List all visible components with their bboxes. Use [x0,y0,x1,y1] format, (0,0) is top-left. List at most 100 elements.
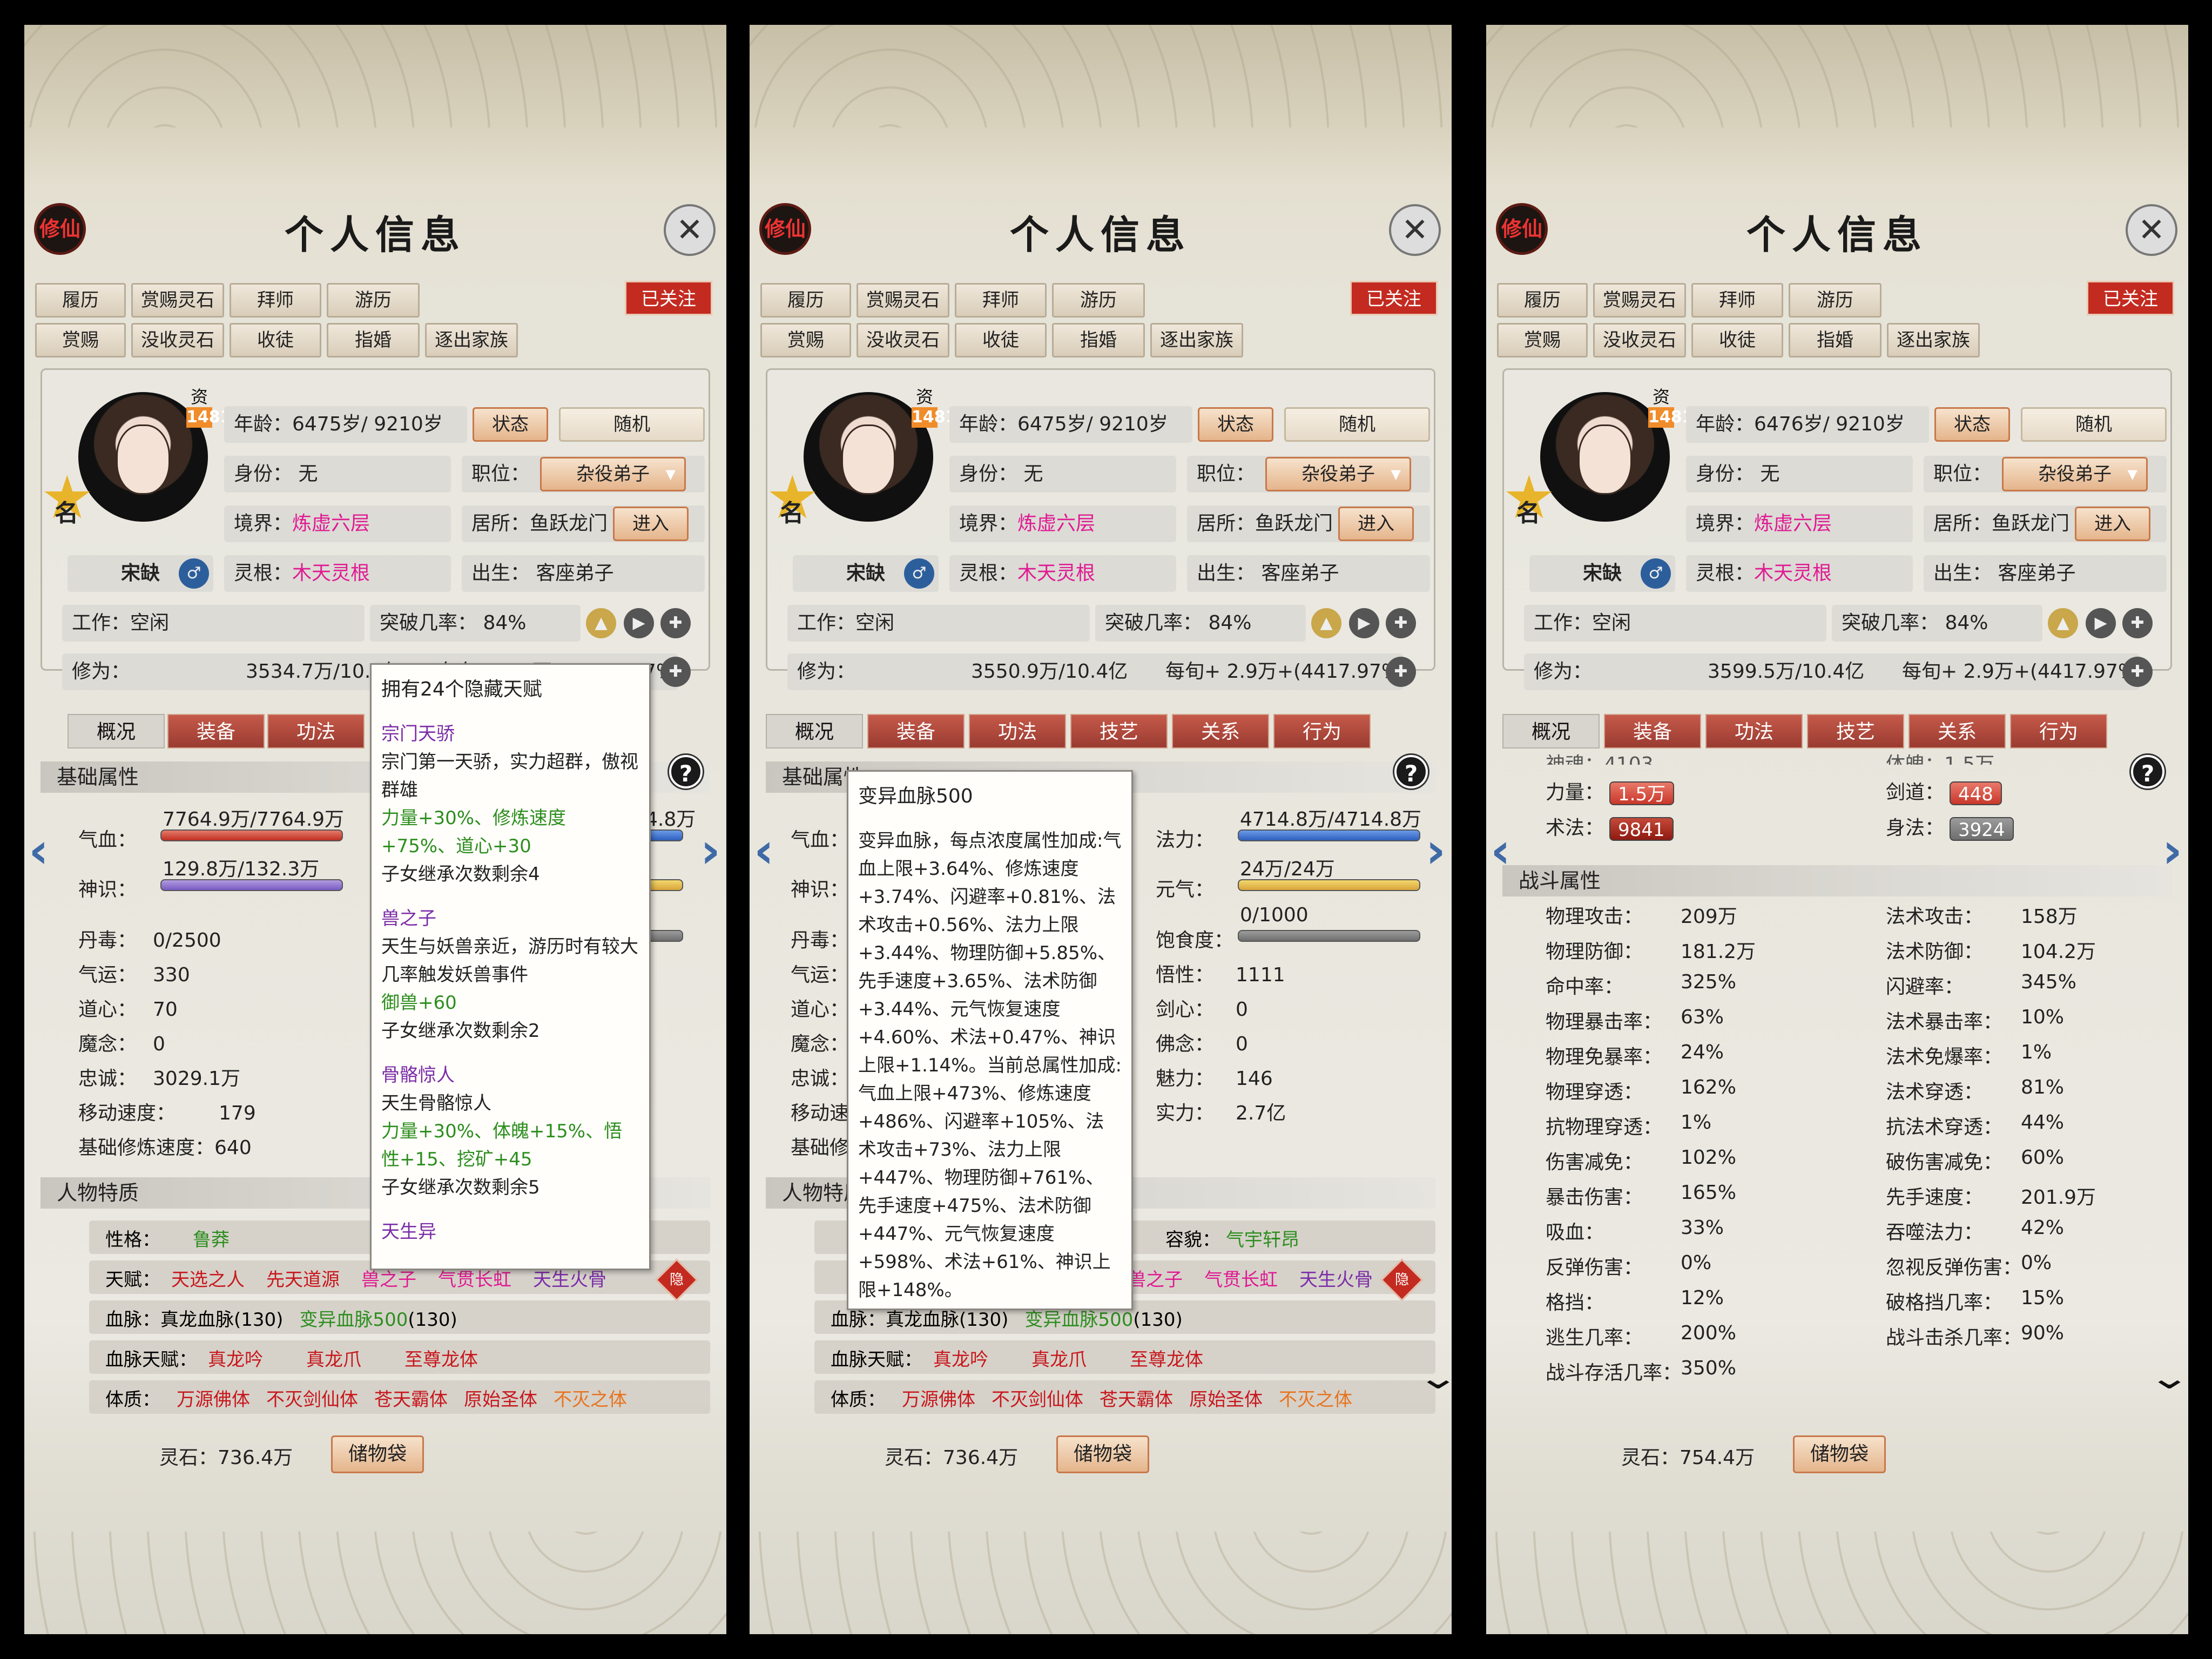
arrow-right-icon[interactable]: ▶ [1349,608,1379,638]
plus-icon[interactable]: ✚ [1386,657,1416,687]
battle-stat-value: 10% [2021,1006,2065,1028]
arrange-marriage-button[interactable]: 指婚 [1789,323,1881,358]
apprentice-button[interactable]: 拜师 [230,283,321,318]
loyal-label: 忠诚： 3029.1万 [78,1068,240,1090]
expel-button[interactable]: 逐出家族 [425,323,518,358]
tab-actions[interactable]: 行为 [2010,714,2107,748]
confiscate-stones-button[interactable]: 没收灵石 [857,323,949,358]
status-button[interactable]: 状态 [473,407,548,442]
enter-button[interactable]: 进入 [613,507,689,541]
header-decoration [24,25,726,127]
position-dropdown[interactable]: 杂役弟子 [540,457,686,491]
confiscate-stones-button[interactable]: 没收灵石 [1593,323,1686,358]
aptitude-badge: 资 1481 [1648,387,1694,428]
plus-icon[interactable]: ✚ [1386,608,1416,638]
tab-skills[interactable]: 技艺 [1070,714,1168,748]
followed-badge[interactable]: 已关注 [1350,281,1438,315]
plus-icon[interactable]: ✚ [660,657,691,687]
move-label: 移动速度： 179 [78,1102,256,1124]
random-button[interactable]: 随机 [559,407,705,442]
prev-arrow-icon[interactable]: ‹ [29,827,50,878]
plus-icon[interactable]: ✚ [2122,657,2153,687]
battle-stat-label: 物理免暴率： [1546,1046,1663,1068]
tab-techniques[interactable]: 功法 [1705,714,1803,748]
status-button[interactable]: 状态 [1198,407,1273,442]
history-button[interactable]: 履历 [1497,283,1588,318]
tab-techniques[interactable]: 功法 [969,714,1066,748]
tab-equipment[interactable]: 装备 [167,714,265,748]
apprentice-button[interactable]: 拜师 [955,283,1047,318]
status-button[interactable]: 状态 [1934,407,2010,442]
chevron-down-icon[interactable]: ⌄ [2148,1359,2188,1397]
reward-stones-button[interactable]: 赏赐灵石 [131,283,224,318]
position-dropdown[interactable]: 杂役弟子 [2002,457,2148,491]
mp-bar [645,830,683,841]
plus-icon[interactable]: ✚ [2122,608,2153,638]
spirit-root-field: 灵根：木天灵根 [224,555,451,592]
reward-button[interactable]: 赏赐 [1497,323,1588,358]
prev-arrow-icon[interactable]: ‹ [754,827,775,878]
battle-stat-label: 反弹伤害： [1546,1257,1643,1279]
followed-badge[interactable]: 已关注 [2087,281,2174,315]
travel-button[interactable]: 游历 [1052,283,1145,318]
tab-overview[interactable]: 概况 [68,714,165,748]
arrow-right-icon[interactable]: ▶ [624,608,654,638]
help-icon[interactable]: ? [669,755,703,788]
sense-label: 神识： [791,879,849,901]
plus-icon[interactable]: ✚ [660,608,691,638]
arrow-right-icon[interactable]: ▶ [2086,608,2116,638]
battle-stat-value: 0% [2021,1252,2052,1274]
tab-relations[interactable]: 关系 [1908,714,2006,748]
storage-bag-button[interactable]: 储物袋 [331,1435,424,1473]
help-icon[interactable]: ? [1394,755,1428,788]
arrange-marriage-button[interactable]: 指婚 [327,323,420,358]
confiscate-stones-button[interactable]: 没收灵石 [131,323,224,358]
tab-actions[interactable]: 行为 [1273,714,1371,748]
tab-relations[interactable]: 关系 [1172,714,1269,748]
take-disciple-button[interactable]: 收徒 [1691,323,1783,358]
physiques: 体质： 万源佛体 不灭剑仙体 苍天霸体 原始圣体 不灭之体 [831,1389,1352,1411]
reward-stones-button[interactable]: 赏赐灵石 [1593,283,1686,318]
take-disciple-button[interactable]: 收徒 [955,323,1047,358]
enter-button[interactable]: 进入 [2075,507,2150,541]
sword-heart: 剑心： 0 [1156,999,1248,1021]
breakthrough-icon[interactable]: ▲ [1311,608,1341,638]
battle-stat-value: 90% [2021,1322,2065,1344]
breakthrough-icon[interactable]: ▲ [2048,608,2078,638]
tab-overview[interactable]: 概况 [1502,714,1600,748]
expel-button[interactable]: 逐出家族 [1150,323,1243,358]
random-button[interactable]: 随机 [2021,407,2167,442]
tab-equipment[interactable]: 装备 [1604,714,1701,748]
tab-techniques[interactable]: 功法 [267,714,365,748]
history-button[interactable]: 履历 [760,283,851,318]
reward-button[interactable]: 赏赐 [35,323,126,358]
storage-bag-button[interactable]: 储物袋 [1056,1435,1149,1473]
help-icon[interactable]: ? [2131,755,2164,788]
tab-skills[interactable]: 技艺 [1807,714,1904,748]
birth-field: 出生： 客座弟子 [1924,555,2167,592]
random-button[interactable]: 随机 [1284,407,1430,442]
battle-stat-value: 1% [2021,1041,2052,1063]
chevron-down-icon[interactable]: ⌄ [1417,1359,1452,1397]
reward-stones-button[interactable]: 赏赐灵石 [857,283,949,318]
breakthrough-icon[interactable]: ▲ [586,608,616,638]
travel-button[interactable]: 游历 [327,283,420,318]
travel-button[interactable]: 游历 [1789,283,1881,318]
next-arrow-icon[interactable]: › [1426,827,1447,878]
reward-button[interactable]: 赏赐 [760,323,851,358]
hp-label: 气血： [78,829,137,851]
arrange-marriage-button[interactable]: 指婚 [1052,323,1145,358]
enter-button[interactable]: 进入 [1338,507,1414,541]
followed-badge[interactable]: 已关注 [625,281,712,315]
tab-overview[interactable]: 概况 [766,714,863,748]
storage-bag-button[interactable]: 储物袋 [1793,1435,1886,1473]
identity-field: 身份： 无 [1686,456,1913,493]
next-arrow-icon[interactable]: › [700,827,722,878]
expel-button[interactable]: 逐出家族 [1887,323,1980,358]
take-disciple-button[interactable]: 收徒 [230,323,321,358]
history-button[interactable]: 履历 [35,283,126,318]
apprentice-button[interactable]: 拜师 [1691,283,1783,318]
position-dropdown[interactable]: 杂役弟子 [1265,457,1411,491]
dao-label: 道心： 70 [78,999,178,1021]
tab-equipment[interactable]: 装备 [867,714,965,748]
